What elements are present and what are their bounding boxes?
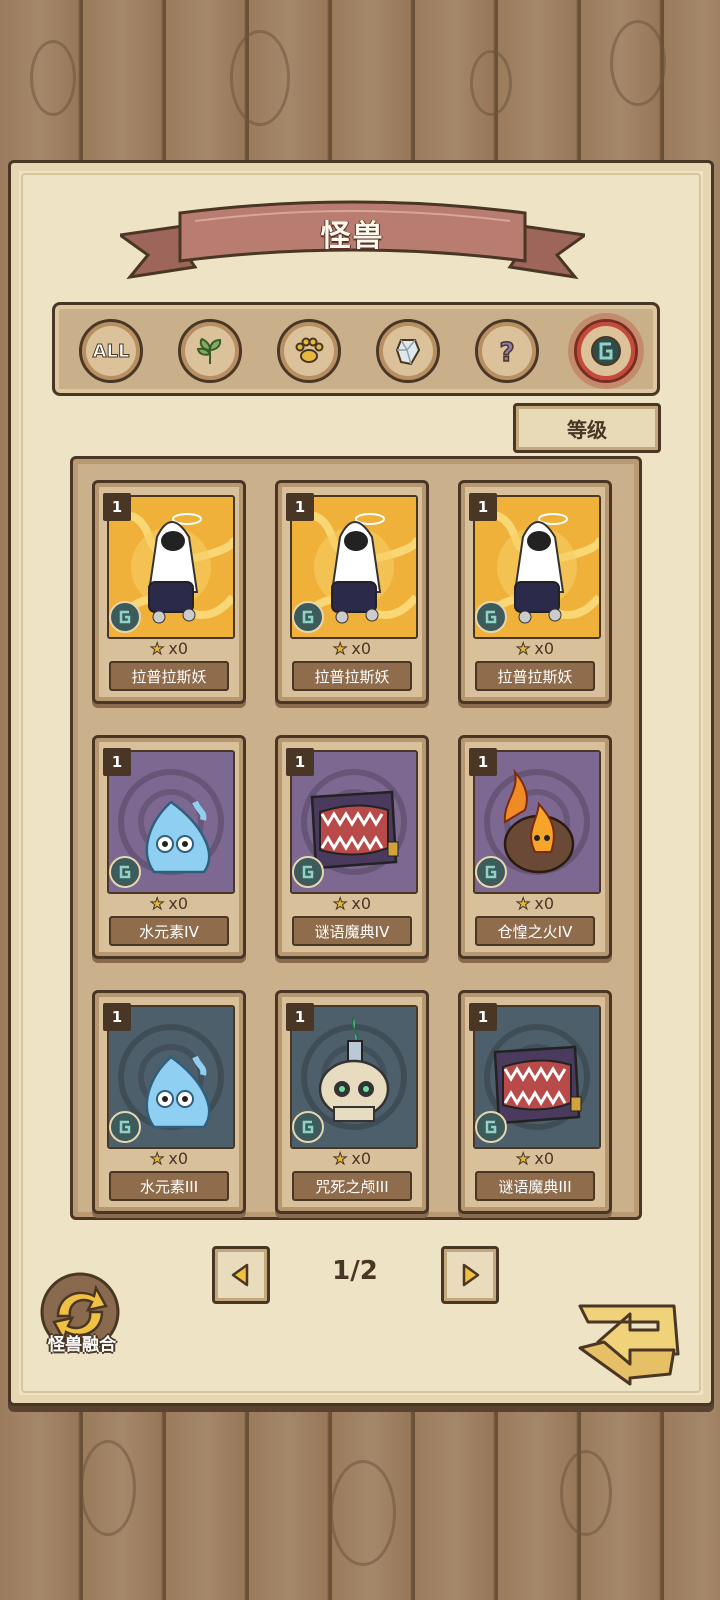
filter-beast-button[interactable]: [277, 319, 341, 383]
star-icon: ★: [332, 894, 348, 914]
card-name: 拉普拉斯妖: [475, 661, 595, 691]
card-level-badge: 1: [469, 493, 497, 521]
card-level-badge: 1: [286, 748, 314, 776]
star-icon: ★: [515, 894, 531, 914]
card-count: ★ x0: [278, 639, 426, 659]
title-banner: 怪兽: [120, 195, 585, 285]
next-page-button[interactable]: [441, 1246, 499, 1304]
card-count-value: x0: [534, 894, 554, 913]
monster-card[interactable]: 1 ★ x0 咒死之颅III: [275, 990, 429, 1214]
star-icon: ★: [515, 1149, 531, 1169]
card-count-value: x0: [168, 639, 188, 658]
leaf-icon: [196, 337, 222, 364]
page-indicator: 1/2: [332, 1256, 378, 1286]
monster-card[interactable]: 1 ★ x0 拉普拉斯妖: [275, 480, 429, 704]
card-count-value: x0: [168, 1149, 188, 1168]
monster-card[interactable]: 1 ★ x0 拉普拉斯妖: [458, 480, 612, 704]
arrow-right-icon: [462, 1263, 480, 1287]
return-arrow-icon: [578, 1304, 680, 1386]
card-count-value: x0: [534, 639, 554, 658]
filter-crystal-button[interactable]: [376, 319, 440, 383]
card-level-badge: 1: [469, 748, 497, 776]
monster-fusion-label: 怪兽融合: [48, 1335, 116, 1355]
rune-element-icon: [292, 1111, 324, 1143]
star-icon: ★: [515, 639, 531, 659]
monster-card[interactable]: 1 ★ x0 仓惶之火IV: [458, 735, 612, 959]
card-level-badge: 1: [103, 493, 131, 521]
card-level-badge: 1: [286, 1003, 314, 1031]
monster-card[interactable]: 1 ★ x0 谜语魔典IV: [275, 735, 429, 959]
star-icon: ★: [149, 894, 165, 914]
card-name: 拉普拉斯妖: [109, 661, 229, 691]
rune-element-icon: [475, 601, 507, 633]
monster-card[interactable]: 1 ★ x0 谜语魔典III: [458, 990, 612, 1214]
rune-element-icon: [475, 1111, 507, 1143]
card-count: ★ x0: [95, 639, 243, 659]
card-name: 拉普拉斯妖: [292, 661, 412, 691]
card-level-badge: 1: [286, 493, 314, 521]
arrow-left-icon: [231, 1263, 249, 1287]
card-name: 谜语魔典III: [475, 1171, 595, 1201]
card-count: ★ x0: [278, 1149, 426, 1169]
monster-card[interactable]: 1 ★ x0 水元素IV: [92, 735, 246, 959]
prev-page-button[interactable]: [212, 1246, 270, 1304]
card-level-badge: 1: [469, 1003, 497, 1031]
card-count-value: x0: [351, 894, 371, 913]
filter-rune-button[interactable]: [574, 319, 638, 383]
paw-icon: [295, 337, 324, 363]
card-count: ★ x0: [461, 639, 609, 659]
rune-element-icon: [292, 601, 324, 633]
monster-card[interactable]: 1 ★ x0 水元素III: [92, 990, 246, 1214]
category-filter-bar: ALL ?: [52, 302, 660, 396]
back-button[interactable]: [574, 1288, 686, 1388]
card-count: ★ x0: [461, 1149, 609, 1169]
rune-icon: [591, 336, 621, 366]
rune-element-icon: [292, 856, 324, 888]
question-icon: ?: [499, 337, 516, 368]
sort-by-level-button[interactable]: 等级: [513, 403, 661, 453]
svg-text:?: ?: [499, 338, 514, 368]
card-count: ★ x0: [95, 894, 243, 914]
star-icon: ★: [149, 639, 165, 659]
card-count-value: x0: [351, 639, 371, 658]
star-icon: ★: [149, 1149, 165, 1169]
star-icon: ★: [332, 639, 348, 659]
rune-element-icon: [109, 1111, 141, 1143]
card-count: ★ x0: [278, 894, 426, 914]
card-level-badge: 1: [103, 1003, 131, 1031]
rune-element-icon: [475, 856, 507, 888]
rune-element-icon: [109, 856, 141, 888]
filter-all-button[interactable]: ALL: [79, 319, 143, 383]
card-name: 水元素III: [109, 1171, 229, 1201]
card-count-value: x0: [351, 1149, 371, 1168]
card-name: 仓惶之火IV: [475, 916, 595, 946]
card-count-value: x0: [168, 894, 188, 913]
card-name: 谜语魔典IV: [292, 916, 412, 946]
crystal-icon: [395, 339, 421, 366]
star-icon: ★: [332, 1149, 348, 1169]
monster-card[interactable]: 1 ★ x0 拉普拉斯妖: [92, 480, 246, 704]
filter-all-label: ALL: [92, 340, 130, 362]
filter-plant-button[interactable]: [178, 319, 242, 383]
card-count-value: x0: [534, 1149, 554, 1168]
card-name: 咒死之颅III: [292, 1171, 412, 1201]
card-level-badge: 1: [103, 748, 131, 776]
page-title: 怪兽: [320, 219, 385, 254]
card-name: 水元素IV: [109, 916, 229, 946]
filter-mystery-button[interactable]: ?: [475, 319, 539, 383]
rune-element-icon: [109, 601, 141, 633]
card-count: ★ x0: [95, 1149, 243, 1169]
card-count: ★ x0: [461, 894, 609, 914]
